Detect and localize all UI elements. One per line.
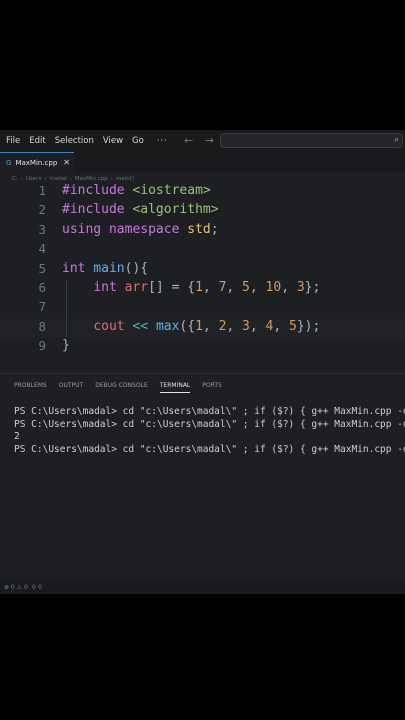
menu-edit[interactable]: Edit (29, 136, 45, 146)
code-token: cout (93, 318, 125, 334)
code-token: main (93, 260, 125, 276)
terminal-output[interactable]: PS C:\Users\madal> cd "c:\Users\madal\" … (14, 406, 405, 456)
code-text: using namespace std; (62, 222, 219, 237)
code-line[interactable]: 8 cout << max({1, 2, 3, 4, 5}); (0, 318, 405, 338)
code-token: , (249, 318, 266, 334)
code-token: , (202, 280, 219, 295)
code-token: using (62, 221, 102, 237)
tab-output[interactable]: OUTPUT (59, 382, 83, 393)
line-number: 5 (38, 260, 46, 276)
code-editor[interactable]: 1 #include <iostream> 2 #include <algorithm… (0, 180, 405, 370)
code-line[interactable]: 7 (0, 299, 405, 318)
code-token: #include (62, 183, 125, 198)
code-token: #include (62, 202, 125, 218)
code-token: 5 (289, 318, 297, 334)
code-token: }); (296, 318, 321, 334)
code-token: , (281, 280, 297, 295)
code-text: int main(){ (62, 261, 148, 276)
code-text: #include <algorithm> (62, 202, 219, 217)
code-token: << (132, 318, 149, 334)
tab-debug-console[interactable]: DEBUG CONSOLE (95, 382, 148, 393)
tab-terminal[interactable]: TERMINAL (159, 382, 191, 393)
code-token: 3 (296, 280, 305, 295)
code-text: int arr[] = {1, 7, 5, 10, 3}; (62, 280, 320, 295)
more-menu-icon[interactable]: ··· (157, 136, 168, 146)
line-number: 6 (38, 280, 46, 295)
code-line[interactable]: 2 #include <algorithm> (0, 202, 405, 221)
indent-guide (66, 280, 67, 339)
tab-ports[interactable]: PORTS (202, 382, 222, 393)
code-text: } (62, 338, 70, 353)
code-token: (){ (124, 260, 149, 276)
code-line[interactable]: 9} (0, 338, 405, 357)
editor-tab-bar: G MaxMin.cpp ✕ (0, 152, 405, 172)
code-token: int (62, 260, 86, 276)
tab-label: MaxMin.cpp (15, 158, 58, 167)
terminal-line: PS C:\Users\madal> cd "c:\Users\madal\" … (14, 418, 405, 430)
menu-selection[interactable]: Selection (55, 136, 94, 146)
line-number: 7 (38, 299, 46, 315)
code-token: , (226, 280, 243, 295)
nav-arrows-icon[interactable]: ← → (184, 134, 218, 147)
terminal-line: PS C:\Users\madal> cd "c:\Users\madal\" … (14, 406, 405, 417)
line-number: 3 (38, 221, 46, 237)
code-token: max (155, 318, 180, 334)
code-token: 1 (195, 280, 203, 295)
code-token: [] = { (148, 280, 196, 295)
code-token: <iostream> (132, 183, 211, 198)
code-token: std (187, 221, 211, 237)
code-token: ({ (179, 318, 196, 334)
close-icon[interactable]: ✕ (63, 158, 70, 167)
line-number: 8 (38, 318, 46, 334)
code-token: int (93, 280, 117, 295)
code-text: #include <iostream> (62, 183, 211, 198)
menu-file[interactable]: File (6, 136, 20, 146)
code-token: ; (210, 221, 219, 237)
line-number: 1 (38, 183, 46, 198)
vscode-window: File Edit Selection View Go ··· ← → ⌕ G … (0, 130, 405, 594)
cpp-file-icon: G (6, 158, 12, 167)
code-line[interactable]: 5 int main(){ (0, 261, 405, 280)
code-line[interactable]: 3 using namespace std; (0, 222, 405, 241)
tab-problems[interactable]: PROBLEMS (14, 382, 47, 393)
search-icon: ⌕ (393, 135, 399, 145)
terminal-line: 2 (14, 431, 20, 442)
code-token: } (62, 338, 70, 354)
code-line[interactable]: 4 (0, 241, 405, 260)
problems-status[interactable]: ⊗ 0 ⚠ 0 (4, 584, 28, 591)
code-token: , (202, 318, 219, 334)
code-token: 10 (265, 280, 282, 295)
code-token: 3 (242, 318, 250, 334)
code-text: cout << max({1, 2, 3, 4, 5}); (62, 319, 320, 334)
code-token: namespace (108, 221, 180, 237)
line-number: 4 (38, 241, 46, 257)
ports-status[interactable]: ⚲ 0 (32, 584, 42, 591)
menu-go[interactable]: Go (132, 136, 144, 146)
menu-view[interactable]: View (103, 136, 123, 146)
code-token: }; (304, 280, 321, 295)
code-line[interactable]: 6 int arr[] = {1, 7, 5, 10, 3}; (0, 280, 405, 299)
panel-tabs: PROBLEMS OUTPUT DEBUG CONSOLE TERMINAL P… (14, 382, 234, 393)
code-token: 5 (242, 280, 250, 295)
code-token: , (273, 318, 290, 334)
code-line[interactable]: 1 #include <iostream> (0, 183, 405, 202)
bottom-panel: PROBLEMS OUTPUT DEBUG CONSOLE TERMINAL P… (0, 373, 405, 582)
line-number: 2 (38, 202, 46, 218)
status-bar: ⊗ 0 ⚠ 0 ⚲ 0 (0, 581, 405, 594)
line-number: 9 (38, 338, 46, 354)
terminal-line: PS C:\Users\madal> cd "c:\Users\madal\" … (14, 443, 405, 455)
code-token: arr (124, 280, 149, 295)
code-token: , (249, 280, 266, 295)
tab-maxmin-cpp[interactable]: G MaxMin.cpp ✕ (0, 152, 74, 172)
code-token: <algorithm> (132, 202, 219, 218)
code-token: , (226, 318, 243, 334)
command-center-search[interactable]: ⌕ (220, 133, 403, 148)
code-token: 1 (195, 318, 203, 334)
menu-bar: File Edit Selection View Go ··· ← → ⌕ (0, 130, 405, 152)
